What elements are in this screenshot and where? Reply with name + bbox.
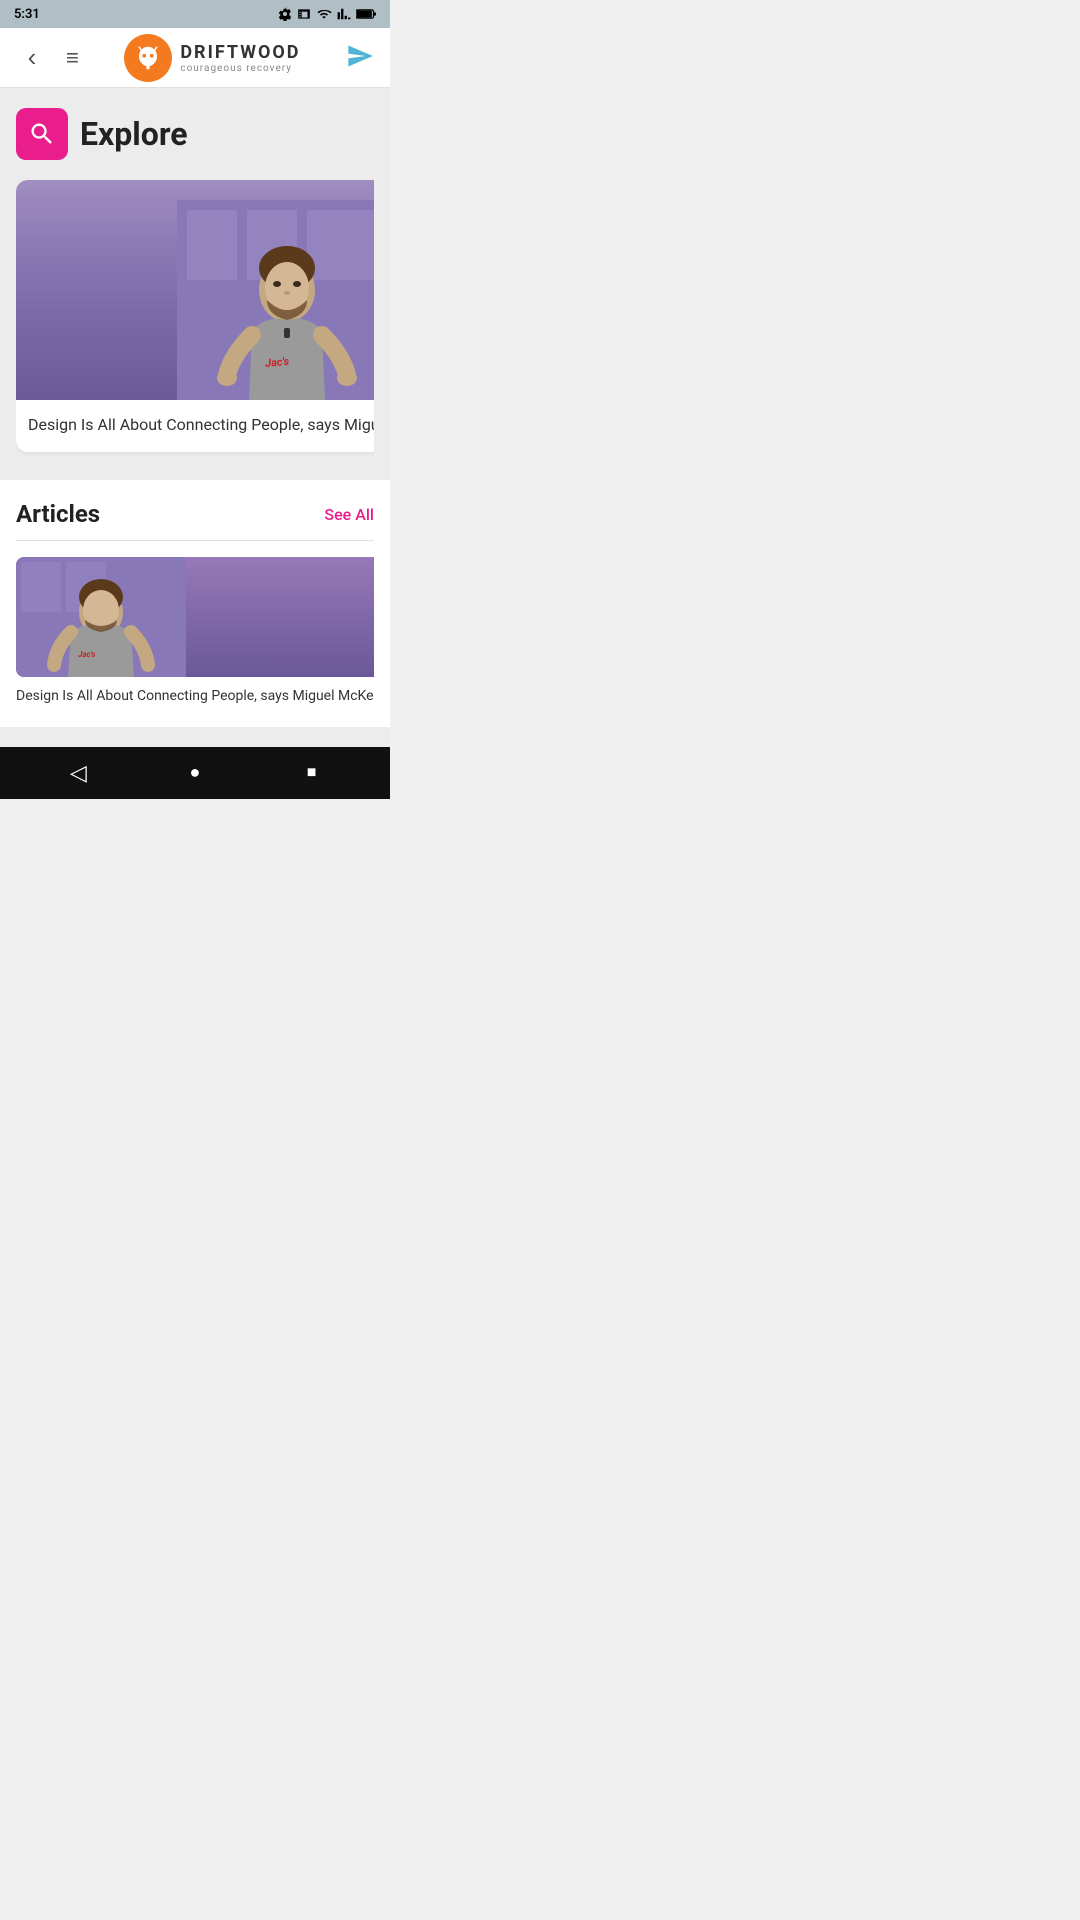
explore-title: Explore: [80, 115, 188, 153]
brand-icon: [133, 43, 163, 73]
system-recents-button[interactable]: ■: [290, 751, 334, 795]
menu-button[interactable]: ≡: [66, 45, 79, 71]
explore-card-1[interactable]: Jac's: [16, 180, 374, 452]
articles-scroll[interactable]: Jac's Design Is All About Connecting Peo…: [16, 557, 374, 707]
svg-text:Jac's: Jac's: [78, 650, 95, 659]
article-image-1: Jac's: [16, 557, 186, 677]
nav-left: ‹ ≡: [16, 42, 79, 74]
explore-header: Explore: [16, 108, 374, 160]
status-icons: [278, 7, 376, 21]
explore-card-1-title: Design Is All About Connecting People, s…: [16, 400, 374, 452]
article-item-1[interactable]: Jac's Design Is All About Connecting Peo…: [16, 557, 374, 707]
articles-header: Articles See All: [16, 500, 374, 528]
system-back-button[interactable]: ◁: [56, 751, 100, 795]
articles-section: Articles See All Jac's: [0, 480, 390, 727]
battery-icon: [356, 8, 376, 20]
svg-text:Jac's: Jac's: [265, 355, 290, 370]
system-home-button[interactable]: ●: [173, 751, 217, 795]
wifi-icon: [316, 7, 332, 21]
gear-icon: [278, 7, 292, 21]
explore-section: Explore: [0, 88, 390, 472]
status-time: 5:31: [14, 7, 40, 22]
explore-icon-box: [16, 108, 68, 160]
article-thumb-1: Jac's: [16, 557, 374, 677]
nav-logo: DRIFTWOOD courageous recovery: [124, 34, 300, 82]
top-nav: ‹ ≡ DRIFTWOOD courageous recovery: [0, 28, 390, 88]
articles-title: Articles: [16, 500, 100, 528]
sim-icon: [297, 7, 311, 21]
logo-icon: [124, 34, 172, 82]
send-button[interactable]: [346, 42, 374, 73]
see-all-link[interactable]: See All: [324, 505, 374, 524]
explore-cards-scroll[interactable]: Jac's: [16, 180, 374, 456]
bottom-nav-bar: ◁ ● ■: [0, 747, 390, 799]
main-content: Explore: [0, 88, 390, 747]
back-button[interactable]: ‹: [16, 42, 48, 74]
send-icon: [346, 42, 374, 70]
article-title-1: Design Is All About Connecting People, s…: [16, 687, 374, 707]
logo-text: DRIFTWOOD courageous recovery: [180, 42, 300, 74]
articles-divider: [16, 540, 374, 541]
search-icon: [28, 120, 56, 148]
status-bar: 5:31: [0, 0, 390, 28]
person-image-1: Jac's: [177, 200, 374, 400]
signal-icon: [337, 7, 351, 21]
